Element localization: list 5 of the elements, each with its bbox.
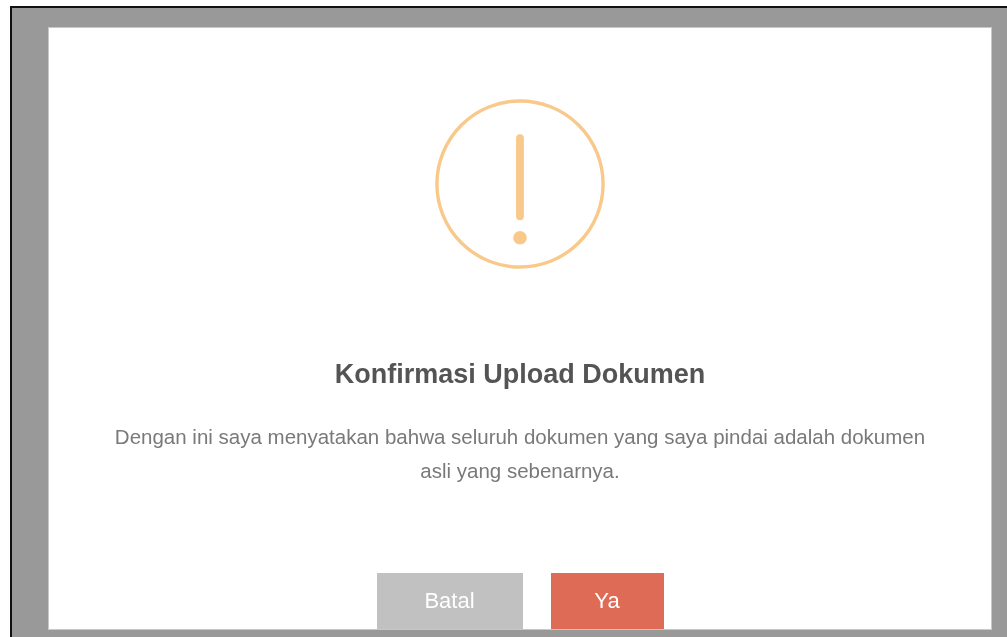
dialog-message: Dengan ini saya menyatakan bahwa seluruh dokumen yang saya pindai adalah dokumen asli yang sebenarnya. bbox=[113, 424, 927, 484]
cancel-button[interactable]: Batal bbox=[376, 573, 523, 629]
confirm-button[interactable]: Ya bbox=[550, 573, 664, 629]
dialog-title: Konfirmasi Upload Dokumen bbox=[334, 359, 706, 390]
warning-icon bbox=[432, 98, 608, 270]
